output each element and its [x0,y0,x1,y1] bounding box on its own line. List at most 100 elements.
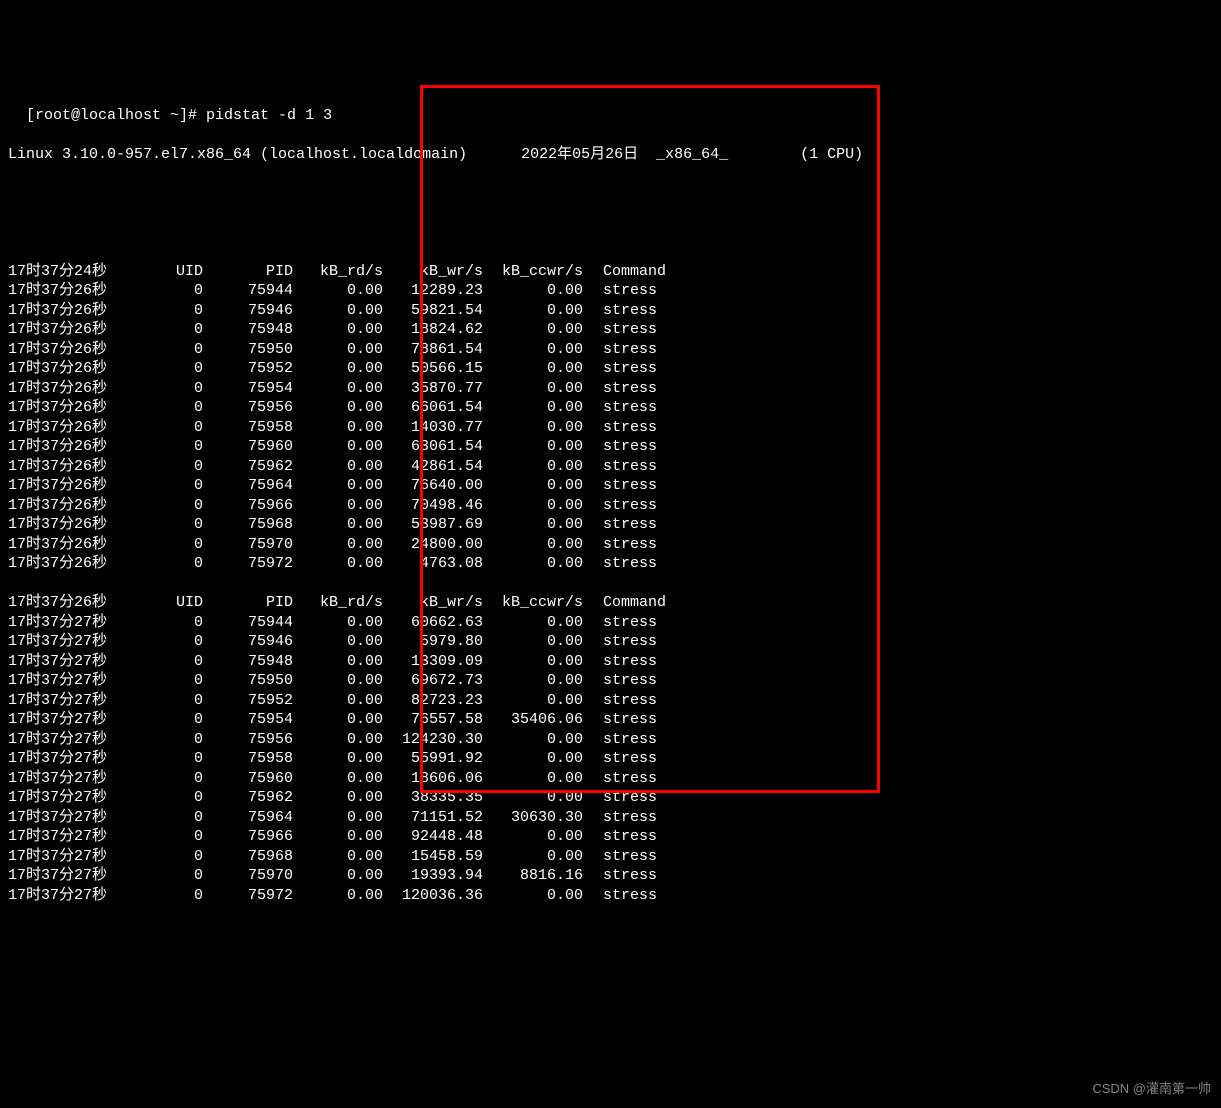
terminal-output: [root@localhost ~]# pidstat -d 1 3 Linux… [8,86,1213,925]
pidstat-body: 17时37分24秒UIDPIDkB_rd/skB_wr/skB_ccwr/sCo… [8,262,1213,906]
kbccwr-cell: 30630.30 [483,808,583,828]
command-cell: Command [583,262,723,282]
time-cell: 17时37分26秒 [8,593,143,613]
time-cell: 17时37分26秒 [8,457,143,477]
command-cell: stress [583,808,723,828]
time-cell: 17时37分27秒 [8,827,143,847]
kbccwr-cell: 0.00 [483,476,583,496]
command-cell: stress [583,457,723,477]
table-header-row: 17时37分24秒UIDPIDkB_rd/skB_wr/skB_ccwr/sCo… [8,262,1213,282]
table-row: 17时37分26秒0759440.0012289.230.00stress [8,281,1213,301]
table-row: 17时37分27秒0759720.00120036.360.00stress [8,886,1213,906]
uid-cell: 0 [143,749,203,769]
pid-cell: 75952 [203,691,293,711]
table-row: 17时37分26秒0759600.0063061.540.00stress [8,437,1213,457]
command-cell: stress [583,418,723,438]
time-cell: 17时37分27秒 [8,769,143,789]
command-text: pidstat -d 1 3 [206,107,332,124]
kbwr-cell: 66061.54 [383,398,483,418]
table-row: 17时37分27秒0759440.0060662.630.00stress [8,613,1213,633]
kbrd-cell: 0.00 [293,457,383,477]
kbwr-cell: 12289.23 [383,281,483,301]
time-cell: 17时37分26秒 [8,379,143,399]
kbccwr-cell: 0.00 [483,671,583,691]
pid-cell: PID [203,593,293,613]
kbwr-cell: 42861.54 [383,457,483,477]
kbwr-cell: 60662.63 [383,613,483,633]
table-row: 17时37分26秒0759620.0042861.540.00stress [8,457,1213,477]
kbrd-cell: 0.00 [293,320,383,340]
table-row: 17时37分26秒0759580.0014030.770.00stress [8,418,1213,438]
kbrd-cell: 0.00 [293,866,383,886]
uid-cell: 0 [143,281,203,301]
table-row: 17时37分27秒0759660.0092448.480.00stress [8,827,1213,847]
pid-cell: 75948 [203,320,293,340]
pid-cell: 75954 [203,379,293,399]
uid-cell: 0 [143,808,203,828]
uid-cell: UID [143,593,203,613]
table-row: 17时37分26秒0759700.0024800.000.00stress [8,535,1213,555]
kbwr-cell: 124230.30 [383,730,483,750]
kbrd-cell: kB_rd/s [293,593,383,613]
pid-cell: 75944 [203,281,293,301]
watermark: CSDN @灌南第一帅 [1092,1081,1211,1098]
uid-cell: 0 [143,671,203,691]
pid-cell: 75956 [203,398,293,418]
table-row: 17时37分26秒0759660.0070498.460.00stress [8,496,1213,516]
kbrd-cell: 0.00 [293,281,383,301]
kbrd-cell: 0.00 [293,515,383,535]
table-row: 17时37分26秒0759560.0066061.540.00stress [8,398,1213,418]
kbccwr-cell: 0.00 [483,515,583,535]
time-cell: 17时37分27秒 [8,730,143,750]
kbrd-cell: 0.00 [293,827,383,847]
prompt-text: [root@localhost ~]# [26,107,206,124]
kbwr-cell: 63061.54 [383,437,483,457]
kbwr-cell: 76640.00 [383,476,483,496]
pid-cell: 75968 [203,515,293,535]
table-row: 17时37分26秒0759720.004763.080.00stress [8,554,1213,574]
table-row: 17时37分27秒0759560.00124230.300.00stress [8,730,1213,750]
command-cell: stress [583,496,723,516]
command-cell: stress [583,769,723,789]
kbwr-cell: 5979.80 [383,632,483,652]
kbwr-cell: 35870.77 [383,379,483,399]
pid-cell: 75960 [203,437,293,457]
pid-cell: 75970 [203,535,293,555]
kbccwr-cell: 0.00 [483,301,583,321]
time-cell: 17时37分26秒 [8,554,143,574]
table-row: 17时37分26秒0759460.0059821.540.00stress [8,301,1213,321]
kbccwr-cell: 0.00 [483,769,583,789]
kbrd-cell: 0.00 [293,340,383,360]
uid-cell: 0 [143,632,203,652]
uid-cell: UID [143,262,203,282]
table-header-row: 17时37分26秒UIDPIDkB_rd/skB_wr/skB_ccwr/sCo… [8,593,1213,613]
time-cell: 17时37分27秒 [8,691,143,711]
kbccwr-cell: 0.00 [483,496,583,516]
pid-cell: 75946 [203,301,293,321]
kbccwr-cell: 0.00 [483,437,583,457]
command-cell: stress [583,827,723,847]
uid-cell: 0 [143,340,203,360]
blank-line [8,203,1213,223]
command-cell: stress [583,749,723,769]
pid-cell: 75948 [203,652,293,672]
command-cell: stress [583,866,723,886]
command-cell: stress [583,554,723,574]
time-cell: 17时37分27秒 [8,613,143,633]
kbccwr-cell: 0.00 [483,632,583,652]
kbccwr-cell: 0.00 [483,613,583,633]
time-cell: 17时37分27秒 [8,847,143,867]
kbwr-cell: 13309.09 [383,652,483,672]
table-row: 17时37分27秒0759600.0018606.060.00stress [8,769,1213,789]
pid-cell: 75966 [203,827,293,847]
shell-prompt[interactable]: [root@localhost ~]# pidstat -d 1 3 [26,107,332,124]
pid-cell: 75952 [203,359,293,379]
kbrd-cell: 0.00 [293,398,383,418]
kbrd-cell: 0.00 [293,632,383,652]
kbwr-cell: 4763.08 [383,554,483,574]
uid-cell: 0 [143,320,203,340]
uid-cell: 0 [143,535,203,555]
command-cell: stress [583,301,723,321]
kbrd-cell: 0.00 [293,847,383,867]
kbrd-cell: 0.00 [293,418,383,438]
